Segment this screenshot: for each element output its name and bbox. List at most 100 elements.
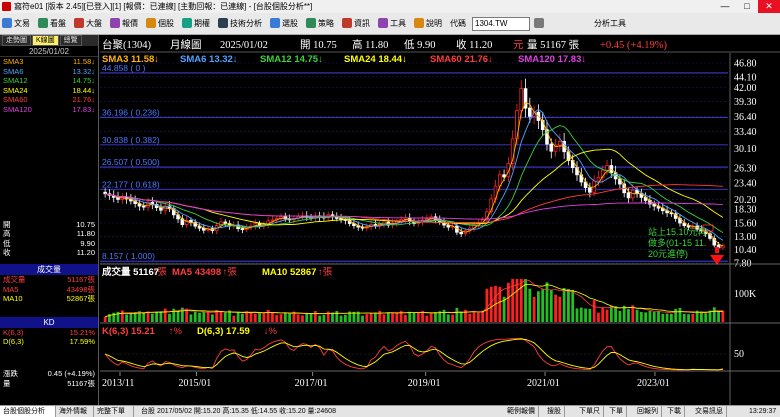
chart-header-field: 開 10.75 [300, 39, 337, 51]
toolbar-icon-7[interactable] [270, 18, 280, 28]
kd-tick-label: 50 [734, 349, 744, 360]
status-tab[interactable]: 海外情報 [56, 406, 94, 417]
volume-bar [627, 309, 630, 322]
strategy-annotation-line: 20元進停) [648, 248, 688, 259]
volume-bar [657, 310, 660, 322]
volume-bar [386, 312, 390, 322]
minimize-button[interactable]: — [714, 0, 736, 13]
ma-row: SMA6 13.32↓ [0, 67, 98, 77]
strategy-annotation-line: 站上15.10元再 [648, 226, 707, 237]
candle-body [519, 88, 524, 112]
status-clock: 13:29:37 [749, 408, 777, 415]
toolbar-menu-item[interactable]: 文易 [14, 17, 30, 31]
toolbar-icon-10[interactable] [378, 18, 388, 28]
volume-bar [665, 313, 669, 322]
status-action[interactable]: 下載 [664, 406, 685, 417]
toolbar-menu-item[interactable]: 看盤 [50, 17, 66, 31]
candle-body [558, 141, 562, 146]
price-tick-label: 15.60 [734, 219, 757, 230]
volume-bar [712, 307, 716, 322]
chart-header-field: 台聚(1304) [102, 38, 151, 51]
toolbar-icon-0[interactable] [2, 18, 12, 28]
status-tab[interactable]: 完整下單 [94, 406, 134, 417]
strategy-annotation-line: 做多(01-15 11. [648, 237, 706, 248]
toolbar-menu-item[interactable]: 大盤 [86, 17, 102, 31]
price-tick-label: 30.10 [734, 144, 757, 155]
status-action[interactable]: 範例報價 [504, 406, 539, 417]
volume-bar [635, 309, 639, 322]
status-action[interactable]: 交易訊息 [692, 406, 727, 417]
volume-bar [549, 289, 553, 322]
toolbar-menu-item[interactable]: 選股 [282, 17, 298, 31]
toolbar-menu-item[interactable]: 個股 [158, 17, 174, 31]
volume-bar [361, 315, 364, 322]
fib-level-label: 26.507 ( 0.500) [102, 157, 160, 167]
toolbar-icon-9[interactable] [342, 18, 352, 28]
volume-bar [258, 312, 261, 322]
ohlc-row: 低 9.90 [0, 239, 98, 249]
dropdown-icon[interactable] [534, 18, 544, 28]
toolbar-menu-item[interactable]: 期權 [194, 17, 210, 31]
analysis-tools-menu[interactable]: 分析工具 [594, 17, 626, 31]
toolbar-icon-5[interactable] [182, 18, 192, 28]
left-panel-tab[interactable]: K線圖 [32, 35, 59, 46]
volume-bar [468, 313, 472, 322]
volume-bar [288, 313, 291, 322]
toolbar-icon-1[interactable] [38, 18, 48, 28]
volume-bar [343, 314, 347, 322]
volume-legend-arrow: ↑張 [153, 267, 168, 278]
app-icon [2, 2, 11, 11]
volume-bar [446, 314, 450, 322]
candle-body [588, 187, 592, 193]
toolbar-icon-2[interactable] [74, 18, 84, 28]
left-panel-tab[interactable]: 走勢圖 [2, 35, 31, 46]
toolbar-icon-8[interactable] [306, 18, 316, 28]
left-panel-date: 2025/01/02 [0, 46, 98, 57]
ma-row-label: SMA60 [3, 95, 28, 105]
status-action[interactable]: 回報列 [634, 406, 662, 417]
maximize-button[interactable]: □ [736, 0, 758, 13]
status-action[interactable]: 下單 [606, 406, 627, 417]
toolbar-menu-item[interactable]: 說明 [426, 17, 442, 31]
volume-bar [335, 310, 339, 322]
volume-bar [429, 313, 433, 322]
stock-code-input[interactable]: 1304.TW [472, 17, 530, 31]
toolbar-menu-item[interactable]: 資訊 [354, 17, 370, 31]
toolbar-icon-6[interactable] [218, 18, 228, 28]
chart-header-field: 2025/01/02 [220, 40, 268, 51]
kd-legend-arrow: ↑% [169, 326, 183, 337]
volume-bar [545, 282, 549, 322]
volume-bar [193, 311, 197, 322]
ma-row: SMA12 14.75↓ [0, 76, 98, 86]
left-panel-tab[interactable]: 總覽 [59, 35, 82, 46]
toolbar-menu-item[interactable]: 工具 [390, 17, 406, 31]
volume-bar [202, 311, 206, 322]
status-action[interactable]: 下單尺 [576, 406, 604, 417]
chart-header-field: 元 [513, 40, 524, 51]
price-tick-label: 18.30 [734, 205, 757, 216]
kd-panel-header: KD [0, 316, 98, 328]
volume-bar [601, 307, 605, 322]
toolbar-icon-11[interactable] [414, 18, 424, 28]
close-button[interactable]: ✕ [758, 0, 780, 13]
status-action[interactable]: 搜股 [544, 406, 565, 417]
toolbar-icon-3[interactable] [110, 18, 120, 28]
status-tab[interactable]: 台股個股分析 [0, 406, 56, 417]
chart-header-field: 高 11.80 [352, 38, 388, 51]
ohlc-values-list: 開 10.75 高 11.80 低 9.90 收 11.20 [0, 220, 98, 258]
toolbar-icon-4[interactable] [146, 18, 156, 28]
kd-row: D(6,3) 17.59% [0, 337, 98, 347]
sma24-line [105, 148, 724, 226]
chart-header-field: 低 9.90 [404, 38, 436, 51]
volume-bar [146, 311, 150, 322]
stock-chart[interactable]: 台聚(1304) 月線圖 2025/01/02 開 10.75 高 11.80 低 9.9… [100, 35, 780, 405]
chart-canvas[interactable]: 台聚(1304) 月線圖 2025/01/02 開 10.75 高 11.80 低 9.9… [100, 35, 780, 405]
d-line [104, 338, 723, 371]
ohlc-row-value: 10.75 [76, 219, 95, 229]
toolbar-menu-item[interactable]: 報價 [122, 17, 138, 31]
toolbar-menu-item[interactable]: 技術分析 [230, 17, 262, 31]
price-tick-label: 26.30 [734, 164, 757, 175]
volume-bar [584, 308, 587, 322]
toolbar-menu-item[interactable]: 策略 [318, 17, 334, 31]
window-title: 窩符e01 [版本 2.45][已登入][1] [報價：已連線] [主動回報：已… [14, 2, 313, 11]
